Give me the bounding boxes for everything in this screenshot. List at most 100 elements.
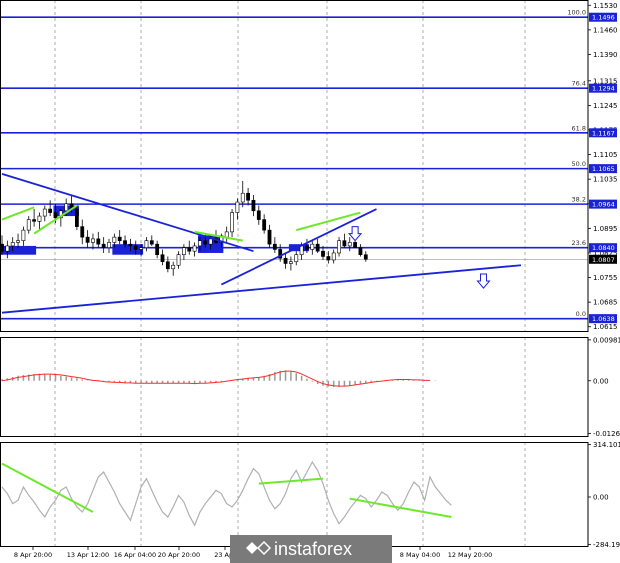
candle-body [283, 257, 288, 264]
supply-demand-zone [112, 244, 144, 255]
y-tick-label: 1.0615 [593, 323, 618, 331]
candle-body [353, 242, 358, 248]
candle-body [203, 240, 208, 245]
watermark-text: instaforex [274, 539, 352, 559]
candle-body [310, 243, 315, 250]
x-tick-label: 16 Apr 04:00 [114, 551, 156, 559]
candle-body [347, 242, 352, 247]
y-tick-label: 1.1530 [593, 2, 618, 10]
candle-body [10, 242, 15, 247]
candle-body [331, 252, 336, 261]
candle-body [123, 240, 127, 245]
y-tick-label: 1.0755 [593, 274, 618, 282]
fib-price-tag-text: 1.1496 [592, 14, 615, 22]
candle-body [315, 243, 320, 252]
candle-body [32, 219, 37, 222]
candle-body [251, 199, 256, 212]
candle-body [155, 243, 160, 256]
candle-body [182, 247, 186, 256]
fib-level-percent: 0.0 [576, 310, 586, 318]
candle-body [107, 242, 111, 248]
candle-body [128, 243, 133, 247]
candle-body [48, 208, 53, 213]
candle-body [160, 254, 165, 263]
candle-body [256, 210, 261, 220]
y-tick-label: 1.1035 [593, 176, 618, 184]
candle-body [26, 219, 31, 231]
y-tick-label: 0.00981 [593, 336, 620, 344]
candle-body [42, 208, 47, 217]
candle-body [235, 201, 240, 213]
candle-body [246, 192, 251, 201]
y-tick-label: 1.1105 [593, 151, 618, 159]
fib-price-tag-text: 1.0638 [592, 315, 615, 323]
y-tick-label: 0.00 [593, 494, 609, 502]
chart-canvas: 100.0 76.4 61.8 50.0 38.2 23.6 0.0 1.1530 1.146… [0, 0, 620, 563]
candle-body [358, 247, 363, 256]
candle-body [342, 240, 347, 247]
candle-body [165, 261, 170, 270]
candle-body [5, 245, 10, 252]
y-tick-label: 1.1460 [593, 26, 618, 34]
y-tick-label: 314.1014 [593, 441, 620, 449]
fib-price-tag-text: 1.0964 [592, 201, 615, 209]
candle-body [272, 243, 277, 250]
fib-price-tag-text: 1.0840 [592, 244, 615, 252]
fib-price-tag-text: 1.1167 [592, 129, 615, 137]
candle-body [288, 261, 293, 264]
candle-body [16, 240, 20, 243]
y-tick-label: 1.0685 [593, 299, 618, 307]
x-tick-label: 13 Apr 12:00 [67, 551, 109, 559]
candle-body [208, 238, 213, 245]
x-tick-label: 8 Apr 20:00 [14, 551, 52, 559]
candle-body [262, 219, 267, 231]
fib-level-percent: 76.4 [572, 80, 586, 88]
fib-level-percent: 100.0 [567, 9, 586, 17]
y-tick-label: -0.01263 [593, 430, 620, 438]
candle-body [294, 254, 299, 263]
candle-body [101, 243, 106, 248]
candle-body [64, 203, 69, 212]
x-tick-label: 8 May 04:00 [400, 551, 440, 559]
candle-body [117, 236, 122, 241]
candle-body [37, 215, 42, 222]
fib-level-percent: 23.6 [572, 239, 586, 247]
fib-price-tag-text: 1.1294 [592, 85, 615, 93]
candle-body [192, 245, 197, 252]
current-price-tag-text: 1.0807 [592, 256, 615, 264]
candle-body [240, 192, 245, 203]
candle-body [187, 247, 192, 252]
y-tick-label: -284.1969 [593, 541, 620, 549]
watermark: instaforex [230, 535, 392, 563]
candle-body [305, 245, 309, 250]
candle-body [139, 247, 144, 250]
candle-body [326, 256, 331, 261]
candle-body [75, 208, 79, 227]
candle-body [224, 231, 229, 238]
x-tick-label: 20 Apr 20:00 [158, 551, 200, 559]
y-tick-label: 1.1390 [593, 51, 618, 59]
candle-body [85, 236, 90, 243]
candle-body [230, 212, 234, 233]
candle-body [171, 264, 176, 270]
candle-body [267, 229, 272, 245]
candle-body [176, 254, 181, 266]
fib-price-tag-text: 1.1065 [592, 165, 615, 173]
candle-body [112, 236, 117, 243]
y-tick-label: 1.1245 [593, 102, 618, 110]
fib-level-percent: 38.2 [572, 196, 586, 204]
candle-body [133, 245, 138, 250]
candle-body [91, 238, 95, 243]
y-tick-label: 1.0895 [593, 225, 618, 233]
candle-body [53, 212, 58, 219]
candle-body [149, 240, 154, 245]
candle-body [363, 254, 368, 260]
candle-body [198, 240, 202, 247]
candle-body [337, 240, 341, 254]
x-tick-label: 12 May 20:00 [448, 551, 493, 559]
candle-body [299, 245, 304, 256]
candle-body [21, 229, 26, 241]
candle-body [80, 226, 85, 238]
candle-body [96, 238, 101, 245]
fib-level-percent: 61.8 [572, 124, 586, 132]
